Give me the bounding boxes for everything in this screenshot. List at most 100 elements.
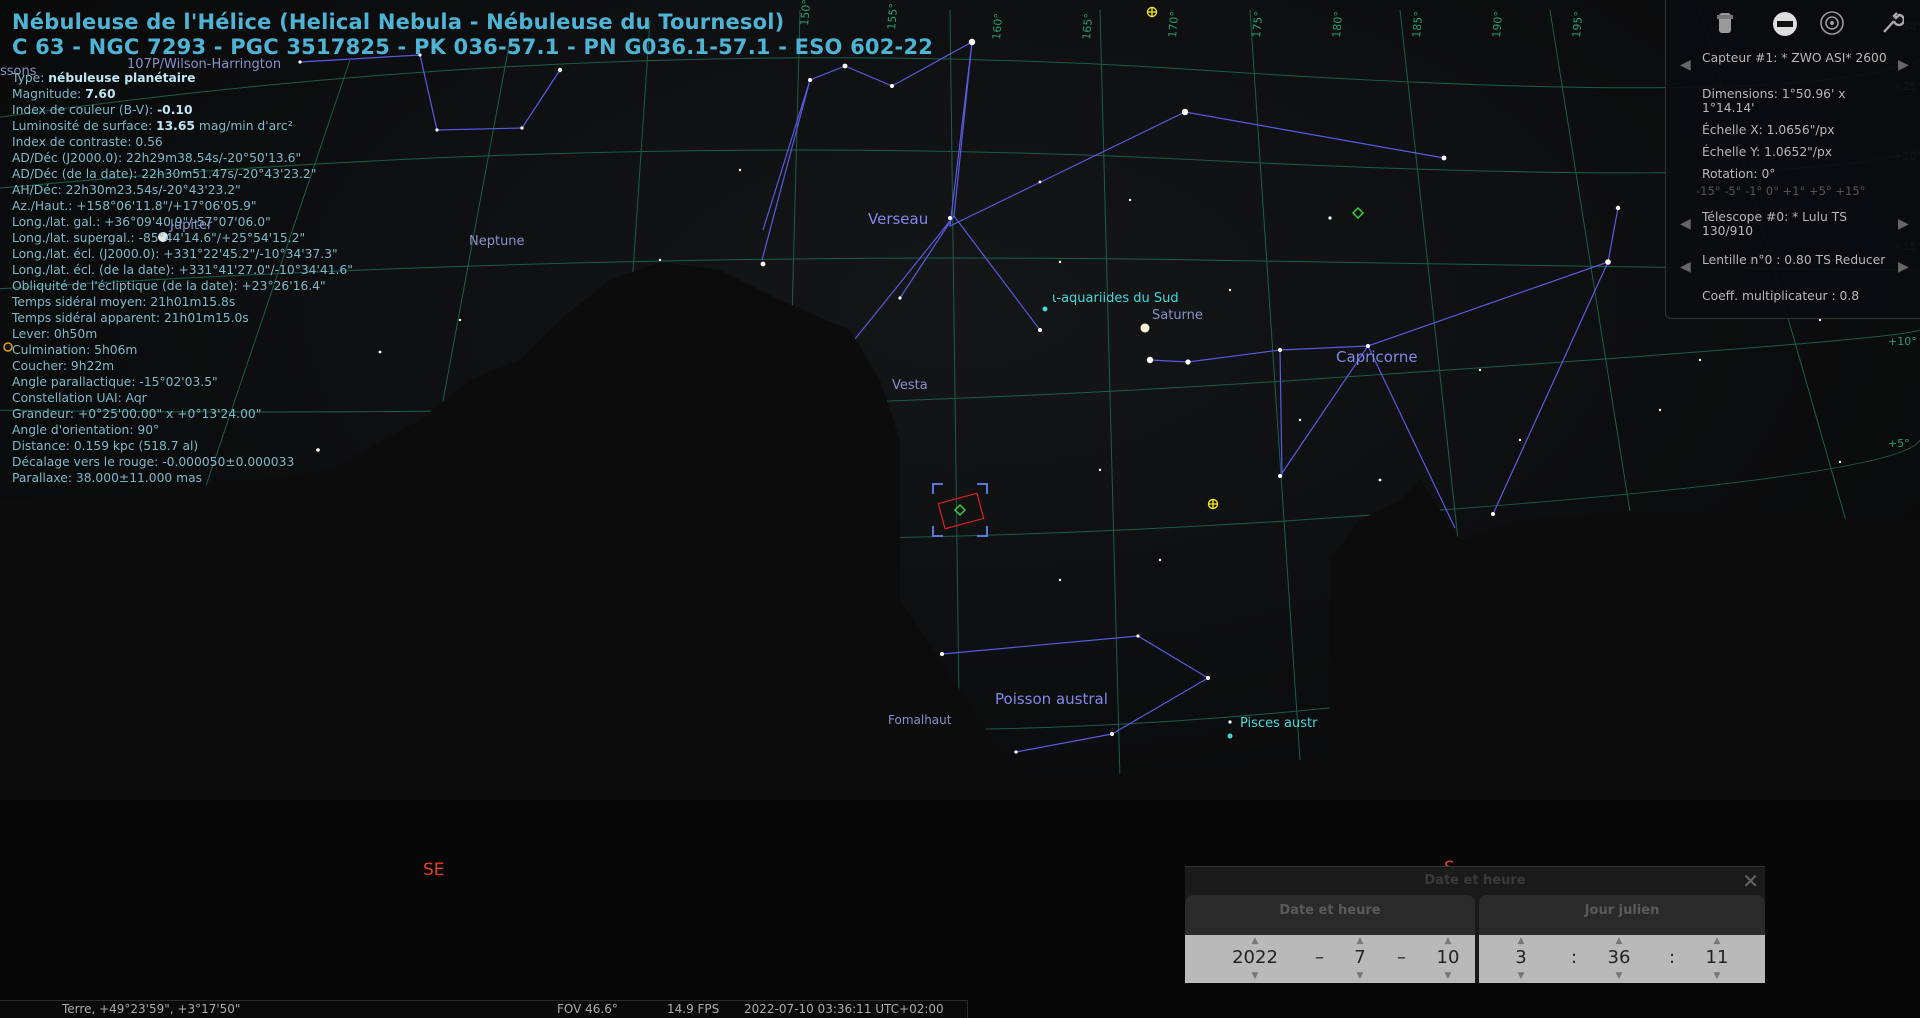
second-decrement[interactable]: ▼ [1702,971,1732,981]
saturn-marker[interactable] [1140,323,1150,333]
hour-decrement[interactable]: ▼ [1506,971,1536,981]
meteor-shower-pisces-label[interactable]: Pisces austr [1240,716,1317,731]
object-info-row: Décalage vers le rouge: -0.000050±0.0000… [12,454,353,470]
object-info-key: Temps sidéral apparent: 21h01m15.0s [12,311,249,325]
minute-increment[interactable]: ▲ [1604,936,1634,946]
date-separator: – [1397,947,1406,968]
object-info-row: Type: nébuleuse planétaire [12,70,353,86]
telrad-icon[interactable] [1818,10,1846,38]
status-location[interactable]: Terre, +49°23'59", +3°17'50" [62,1001,240,1018]
ccd-sensor-icon[interactable] [1711,10,1739,38]
lens-multiplier: Coeff. multiplicateur : 0.8 [1702,289,1860,303]
day-decrement[interactable]: ▼ [1433,971,1463,981]
date-time-dialog: Date et heure ✕ Date et heure ▲ 2022 ▼ –… [1185,866,1765,983]
lens-prev-arrow[interactable]: ◀ [1680,259,1691,275]
object-info-row: Temps sidéral apparent: 21h01m15.0s [12,310,353,326]
sensor-prev-arrow[interactable]: ◀ [1680,57,1691,73]
grid-label: +5° [1888,437,1910,450]
object-info-key: Index de couleur (B-V): [12,103,158,117]
object-info-row: Long./lat. écl. (J2000.0): +331°22'45.2"… [12,246,353,262]
object-info-row: Culmination: 5h06m [12,342,353,358]
year-increment[interactable]: ▲ [1240,936,1270,946]
sensor-name: Capteur #1: * ZWO ASI* 2600 [1702,51,1887,65]
lens-name: Lentille n°0 : 0.80 TS Reducer [1702,253,1886,267]
constellation-capricorn-label[interactable]: Capricorne [1336,348,1418,366]
oculars-panel: ◀ ▶ Capteur #1: * ZWO ASI* 2600 Dimensio… [1665,0,1920,319]
second-increment[interactable]: ▲ [1702,936,1732,946]
grid-label: 155° [885,3,900,31]
day-spinner[interactable]: 10 [1423,947,1473,968]
cardinal-se: SE [423,860,445,880]
object-info-key: AD/Déc (de la date): 22h30m51.47s/-20°43… [12,167,317,181]
object-info-key: AD/Déc (J2000.0): 22h29m38.54s/-20°50'13… [12,151,302,165]
time-separator: : [1669,947,1676,968]
meteor-radiant-aquariids[interactable] [1042,306,1048,312]
close-icon[interactable]: ✕ [1742,869,1759,893]
minute-spinner[interactable]: 36 [1599,947,1639,968]
object-info-key: Angle d'orientation: 90° [12,423,160,437]
status-fps: 14.9 FPS [667,1002,720,1016]
hour-increment[interactable]: ▲ [1506,936,1536,946]
object-info-row: Index de couleur (B-V): -0.10 [12,102,353,118]
object-info-value: nébuleuse planétaire [48,71,196,85]
object-info-key: Culmination: 5h06m [12,343,138,357]
grid-label: +10° [1888,335,1917,348]
status-datetime[interactable]: 2022-07-10 03:36:11 UTC+02:00 [744,1001,944,1018]
lens-next-arrow[interactable]: ▶ [1898,259,1909,275]
object-title: Nébuleuse de l'Hélice (Helical Nebula - … [12,10,785,34]
object-info-row: Angle d'orientation: 90° [12,422,353,438]
jupiter-label[interactable]: Jupiter [170,218,212,233]
constellation-piscis-austrinus-label[interactable]: Poisson austral [995,690,1108,708]
year-spinner[interactable]: 2022 [1220,947,1290,968]
sensor-scale-y: Échelle Y: 1.0652"/px [1702,145,1833,159]
month-spinner[interactable]: 7 [1340,947,1380,968]
object-info-suffix: mag/min d'arc² [194,119,293,133]
telescope-prev-arrow[interactable]: ◀ [1680,216,1691,232]
year-decrement[interactable]: ▼ [1240,971,1270,981]
rotation-scale[interactable]: -15° -5° -1° 0° +1° +5° +15° [1696,184,1865,198]
object-info-panel: Type: nébuleuse planétaire Magnitude: 7.6… [12,70,353,486]
grid-label: 165° [1080,13,1095,41]
object-info-row: Temps sidéral moyen: 21h01m15.8s [12,294,353,310]
object-info-key: Long./lat. gal.: +36°09'40.9"/-57°07'06.… [12,215,271,229]
grid-label: 170° [1166,11,1181,39]
meteor-radiant-pisces[interactable] [1227,733,1233,739]
saturn-label[interactable]: Saturne [1152,308,1203,323]
crosshair-marker-bottom[interactable] [1207,498,1219,510]
comet-label[interactable]: 107P/Wilson-Harrington [127,57,281,72]
vesta-label[interactable]: Vesta [892,378,928,393]
object-info-key: Index de contraste: 0.56 [12,135,163,149]
month-increment[interactable]: ▲ [1345,936,1375,946]
sensor-scale-x: Échelle X: 1.0656"/px [1702,123,1835,137]
sensor-next-arrow[interactable]: ▶ [1898,57,1909,73]
object-info-value: 7.60 [85,87,116,101]
object-info-key: Long./lat. écl. (de la date): +331°41'27… [12,263,353,277]
minute-decrement[interactable]: ▼ [1604,971,1634,981]
neptune-label[interactable]: Neptune [469,234,525,249]
object-info-key: Constellation UAI: Aqr [12,391,147,405]
object-info-value: 13.65 [156,119,195,133]
settings-wrench-icon[interactable] [1878,10,1906,38]
grid-label: 195° [1570,11,1585,39]
grid-label: 185° [1410,11,1425,39]
object-info-row: Grandeur: +0°25'00.00" x +0°13'24.00" [12,406,353,422]
hour-spinner[interactable]: 3 [1501,947,1541,968]
month-decrement[interactable]: ▼ [1345,971,1375,981]
object-info-key: Obliquité de l'écliptique (de la date): … [12,279,326,293]
object-info-key: Az./Haut.: +158°06'11.8"/+17°06'05.9" [12,199,257,213]
telescope-next-arrow[interactable]: ▶ [1898,216,1909,232]
crosshair-marker-top[interactable] [1146,6,1158,18]
object-info-row: Long./lat. écl. (de la date): +331°41'27… [12,262,353,278]
constellation-aquarius-label[interactable]: Verseau [868,210,928,228]
object-info-row: Distance: 0.159 kpc (518.7 al) [12,438,353,454]
telescope-name: Télescope #0: * Lulu TS 130/910 [1702,210,1848,238]
object-info-key: Distance: 0.159 kpc (518.7 al) [12,439,199,453]
second-spinner[interactable]: 11 [1697,947,1737,968]
object-info-key: Magnitude: [12,87,86,101]
date-time-dialog-title: Date et heure [1424,873,1526,888]
fomalhaut-label[interactable]: Fomalhaut [888,713,951,727]
meteor-shower-aquariids-label[interactable]: ι-aquariides du Sud [1052,291,1179,306]
object-info-key: Long./lat. écl. (J2000.0): +331°22'45.2"… [12,247,338,261]
day-increment[interactable]: ▲ [1433,936,1463,946]
eyepiece-toggle-icon[interactable] [1771,10,1799,38]
